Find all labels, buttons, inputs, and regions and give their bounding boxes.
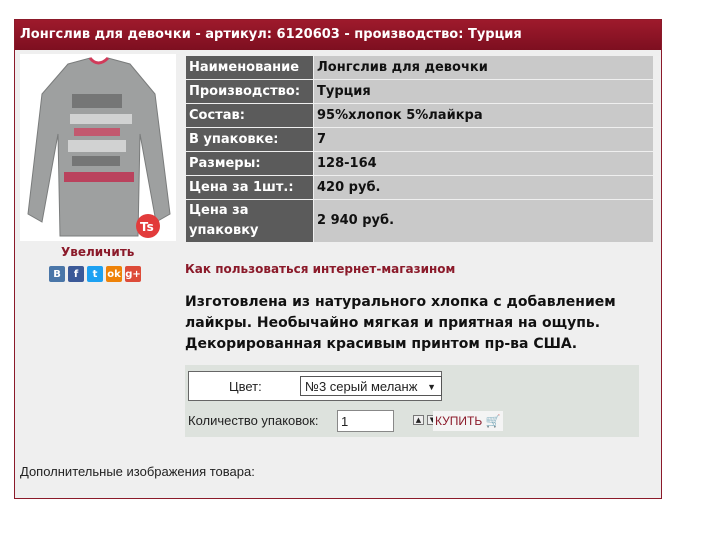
specs-table: Наименование Лонгслив для девочки Произв… [185,55,654,243]
svg-text:Ts: Ts [140,220,154,234]
product-photo[interactable]: Ts [20,54,176,241]
product-title-bar: Лонгслив для девочки - артикул: 6120603 … [15,20,661,50]
facebook-icon[interactable]: f [68,266,84,282]
googleplus-icon[interactable]: g+ [125,266,141,282]
color-selected-value: №3 серый меланж [305,379,418,394]
increment-icon[interactable]: ▲ [413,415,424,425]
order-options: Цвет: №3 серый меланж ▼ Количество упако… [185,365,639,437]
table-row: Цена за 1шт.: 420 руб. [186,176,653,199]
color-row: Цвет: №3 серый меланж ▼ [188,371,442,401]
product-panel: Лонгслив для девочки - артикул: 6120603 … [14,19,662,499]
spec-value: 7 [314,128,653,151]
spec-key: Состав: [186,104,313,127]
table-row: Производство: Турция [186,80,653,103]
table-row: В упаковке: 7 [186,128,653,151]
color-select[interactable]: №3 серый меланж ▼ [300,376,442,396]
table-row: Наименование Лонгслив для девочки [186,56,653,79]
social-share-bar: B f t ok g+ [49,266,141,282]
spec-key: Цена за 1шт.: [186,176,313,199]
table-row: Цена за упаковку 2 940 руб. [186,200,653,242]
longsleeve-image: Ts [20,54,176,241]
spec-value: 95%хлопок 5%лайкра [314,104,653,127]
dropdown-arrow-icon: ▼ [427,382,436,392]
color-label: Цвет: [229,379,262,394]
quantity-label: Количество упаковок: [188,413,319,428]
cart-icon: 🛒 [485,414,501,428]
spec-value: Турция [314,80,653,103]
spec-value: Лонгслив для девочки [314,56,653,79]
quantity-input[interactable]: 1 [337,410,394,432]
spec-key: Производство: [186,80,313,103]
table-row: Размеры: 128-164 [186,152,653,175]
product-description: Изготовлена из натурального хлопка с доб… [185,294,616,352]
twitter-icon[interactable]: t [87,266,103,282]
table-row: Состав: 95%хлопок 5%лайкра [186,104,653,127]
spec-key: Размеры: [186,152,313,175]
buy-label: КУПИТЬ [435,414,483,428]
buy-button[interactable]: КУПИТЬ 🛒 [433,411,503,431]
spec-value: 128-164 [314,152,653,175]
spec-value: 2 940 руб. [314,200,653,242]
spec-key: Цена за упаковку [186,200,313,242]
vk-icon[interactable]: B [49,266,65,282]
howto-link[interactable]: Как пользоваться интернет-магазином [185,262,455,276]
spec-key: В упаковке: [186,128,313,151]
extra-images-label: Дополнительные изображения товара: [20,464,255,479]
spec-value: 420 руб. [314,176,653,199]
enlarge-link[interactable]: Увеличить [61,245,134,259]
odnoklassniki-icon[interactable]: ok [106,266,122,282]
spec-key: Наименование [186,56,313,79]
